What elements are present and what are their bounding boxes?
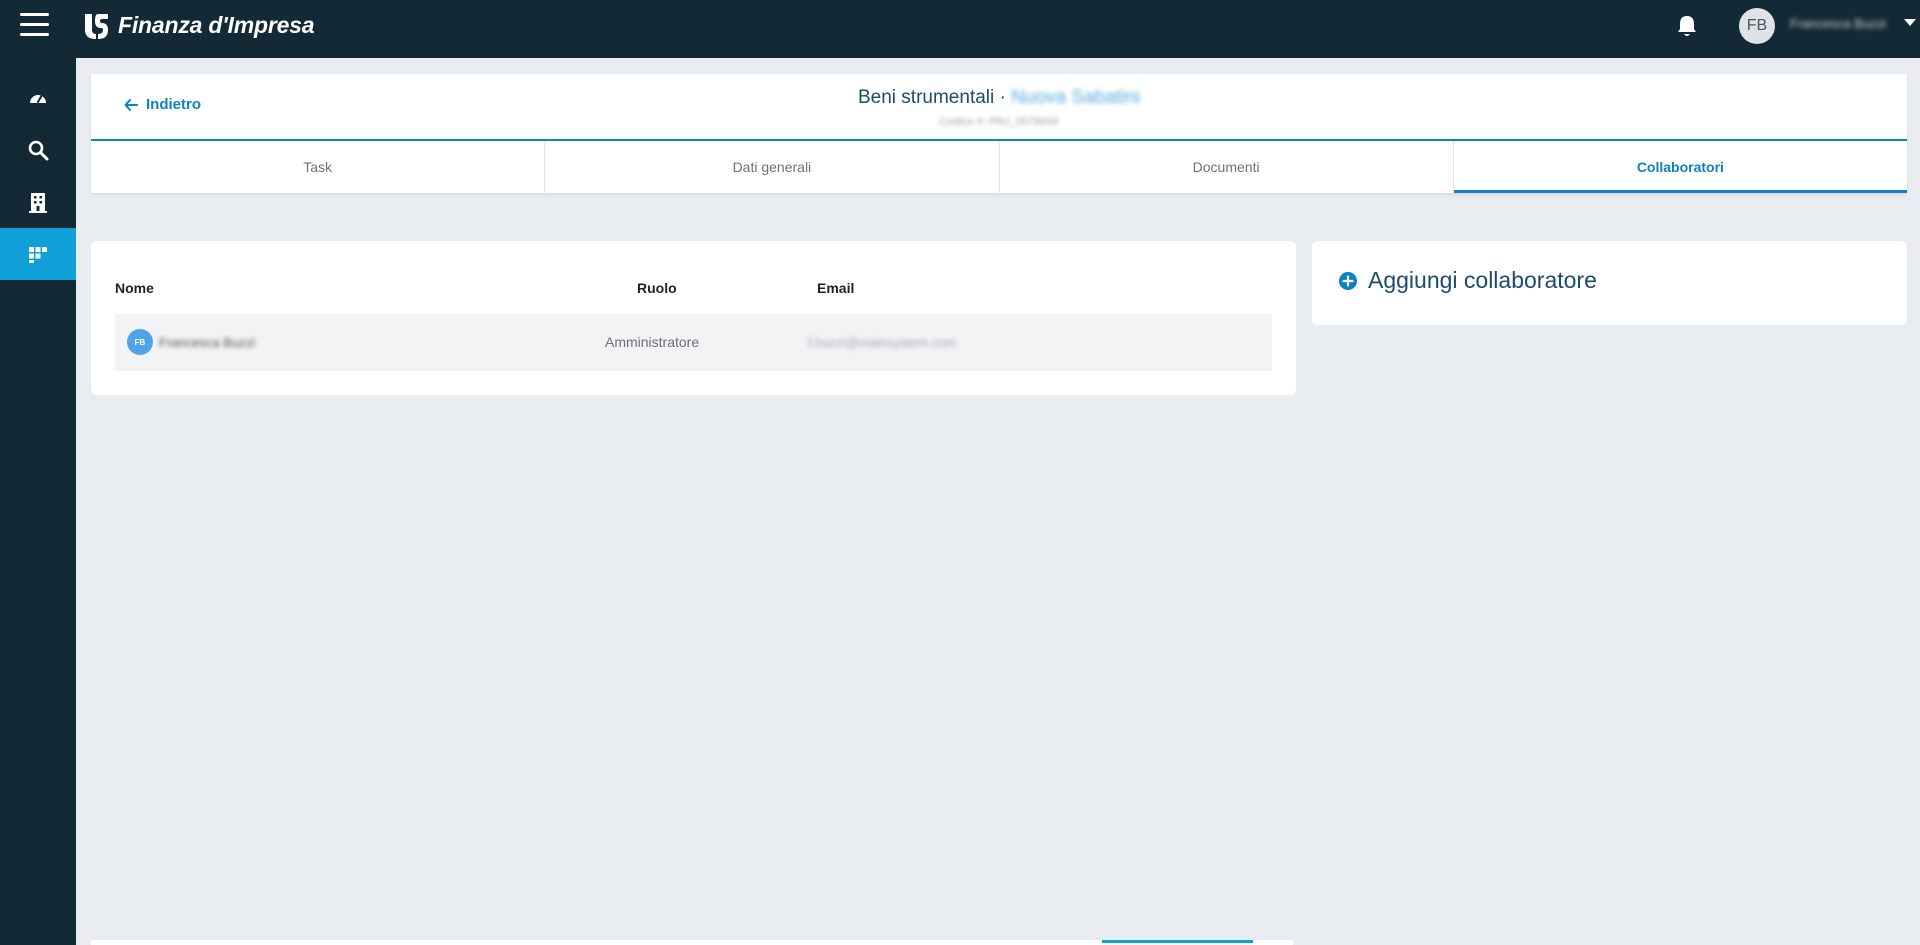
- speedometer-icon: [30, 94, 46, 103]
- collaborator-name: Francesca Buzzi: [159, 335, 256, 350]
- collaborator-role: Amministratore: [605, 334, 700, 350]
- bottom-card-accent: [1102, 940, 1253, 943]
- sidebar: [0, 58, 76, 945]
- brand-name: Finanza d'Impresa: [118, 11, 315, 38]
- column-header-role: Ruolo: [637, 280, 677, 296]
- sidebar-item-search[interactable]: [0, 124, 76, 176]
- tab-documenti[interactable]: Documenti: [1000, 141, 1454, 193]
- tab-task[interactable]: Task: [91, 141, 546, 193]
- page-subtitle: Codice #: PRJ_0578934: [939, 116, 1059, 128]
- add-collaborator-button[interactable]: Aggiungi collaboratore: [1338, 267, 1597, 294]
- sidebar-item-dashboard[interactable]: [0, 72, 76, 124]
- brand-logo-icon: [85, 14, 108, 39]
- tab-dati-generali[interactable]: Dati generali: [545, 141, 1000, 193]
- user-avatar[interactable]: FB: [1739, 8, 1775, 44]
- caret-down-icon[interactable]: [1904, 19, 1916, 26]
- sidebar-item-projects[interactable]: [0, 228, 76, 280]
- tab-bar: Task Dati generali Documenti Collaborato…: [91, 141, 1908, 193]
- sidebar-item-companies[interactable]: [0, 176, 76, 228]
- project-header: Indietro Beni strumentali · Nuova Sabati…: [91, 74, 1908, 193]
- brand[interactable]: Finanza d'Impresa: [82, 10, 315, 40]
- building-icon: [29, 193, 47, 213]
- column-header-email: Email: [817, 280, 855, 296]
- collaborator-email: f.buzzi@mainsystem.com: [808, 335, 957, 350]
- plus-circle-icon: [1339, 271, 1357, 290]
- add-collaborator-card: Aggiungi collaboratore: [1312, 241, 1907, 325]
- collaborators-table: Nome Ruolo Email FB Francesca Buzzi Ammi…: [91, 241, 1296, 395]
- search-icon: [28, 140, 49, 161]
- table-row[interactable]: FB Francesca Buzzi Amministratore f.buzz…: [115, 314, 1272, 371]
- top-bar: Finanza d'Impresa FB Francesca Buzzi: [0, 0, 1920, 58]
- collaborator-avatar: FB: [127, 329, 153, 355]
- add-collaborator-label: Aggiungi collaboratore: [1368, 267, 1597, 293]
- user-name[interactable]: Francesca Buzzi: [1790, 16, 1886, 31]
- tab-collaboratori[interactable]: Collaboratori: [1453, 141, 1908, 193]
- hamburger-icon[interactable]: [20, 13, 49, 37]
- page-title: Beni strumentali · Nuova Sabatini: [91, 87, 1907, 109]
- page-title-client: Nuova Sabatini: [1011, 87, 1140, 108]
- column-header-name: Nome: [115, 280, 154, 296]
- bell-icon[interactable]: [1676, 14, 1698, 38]
- grid-icon: [29, 247, 47, 263]
- page-title-text: Beni strumentali ·: [858, 87, 1012, 108]
